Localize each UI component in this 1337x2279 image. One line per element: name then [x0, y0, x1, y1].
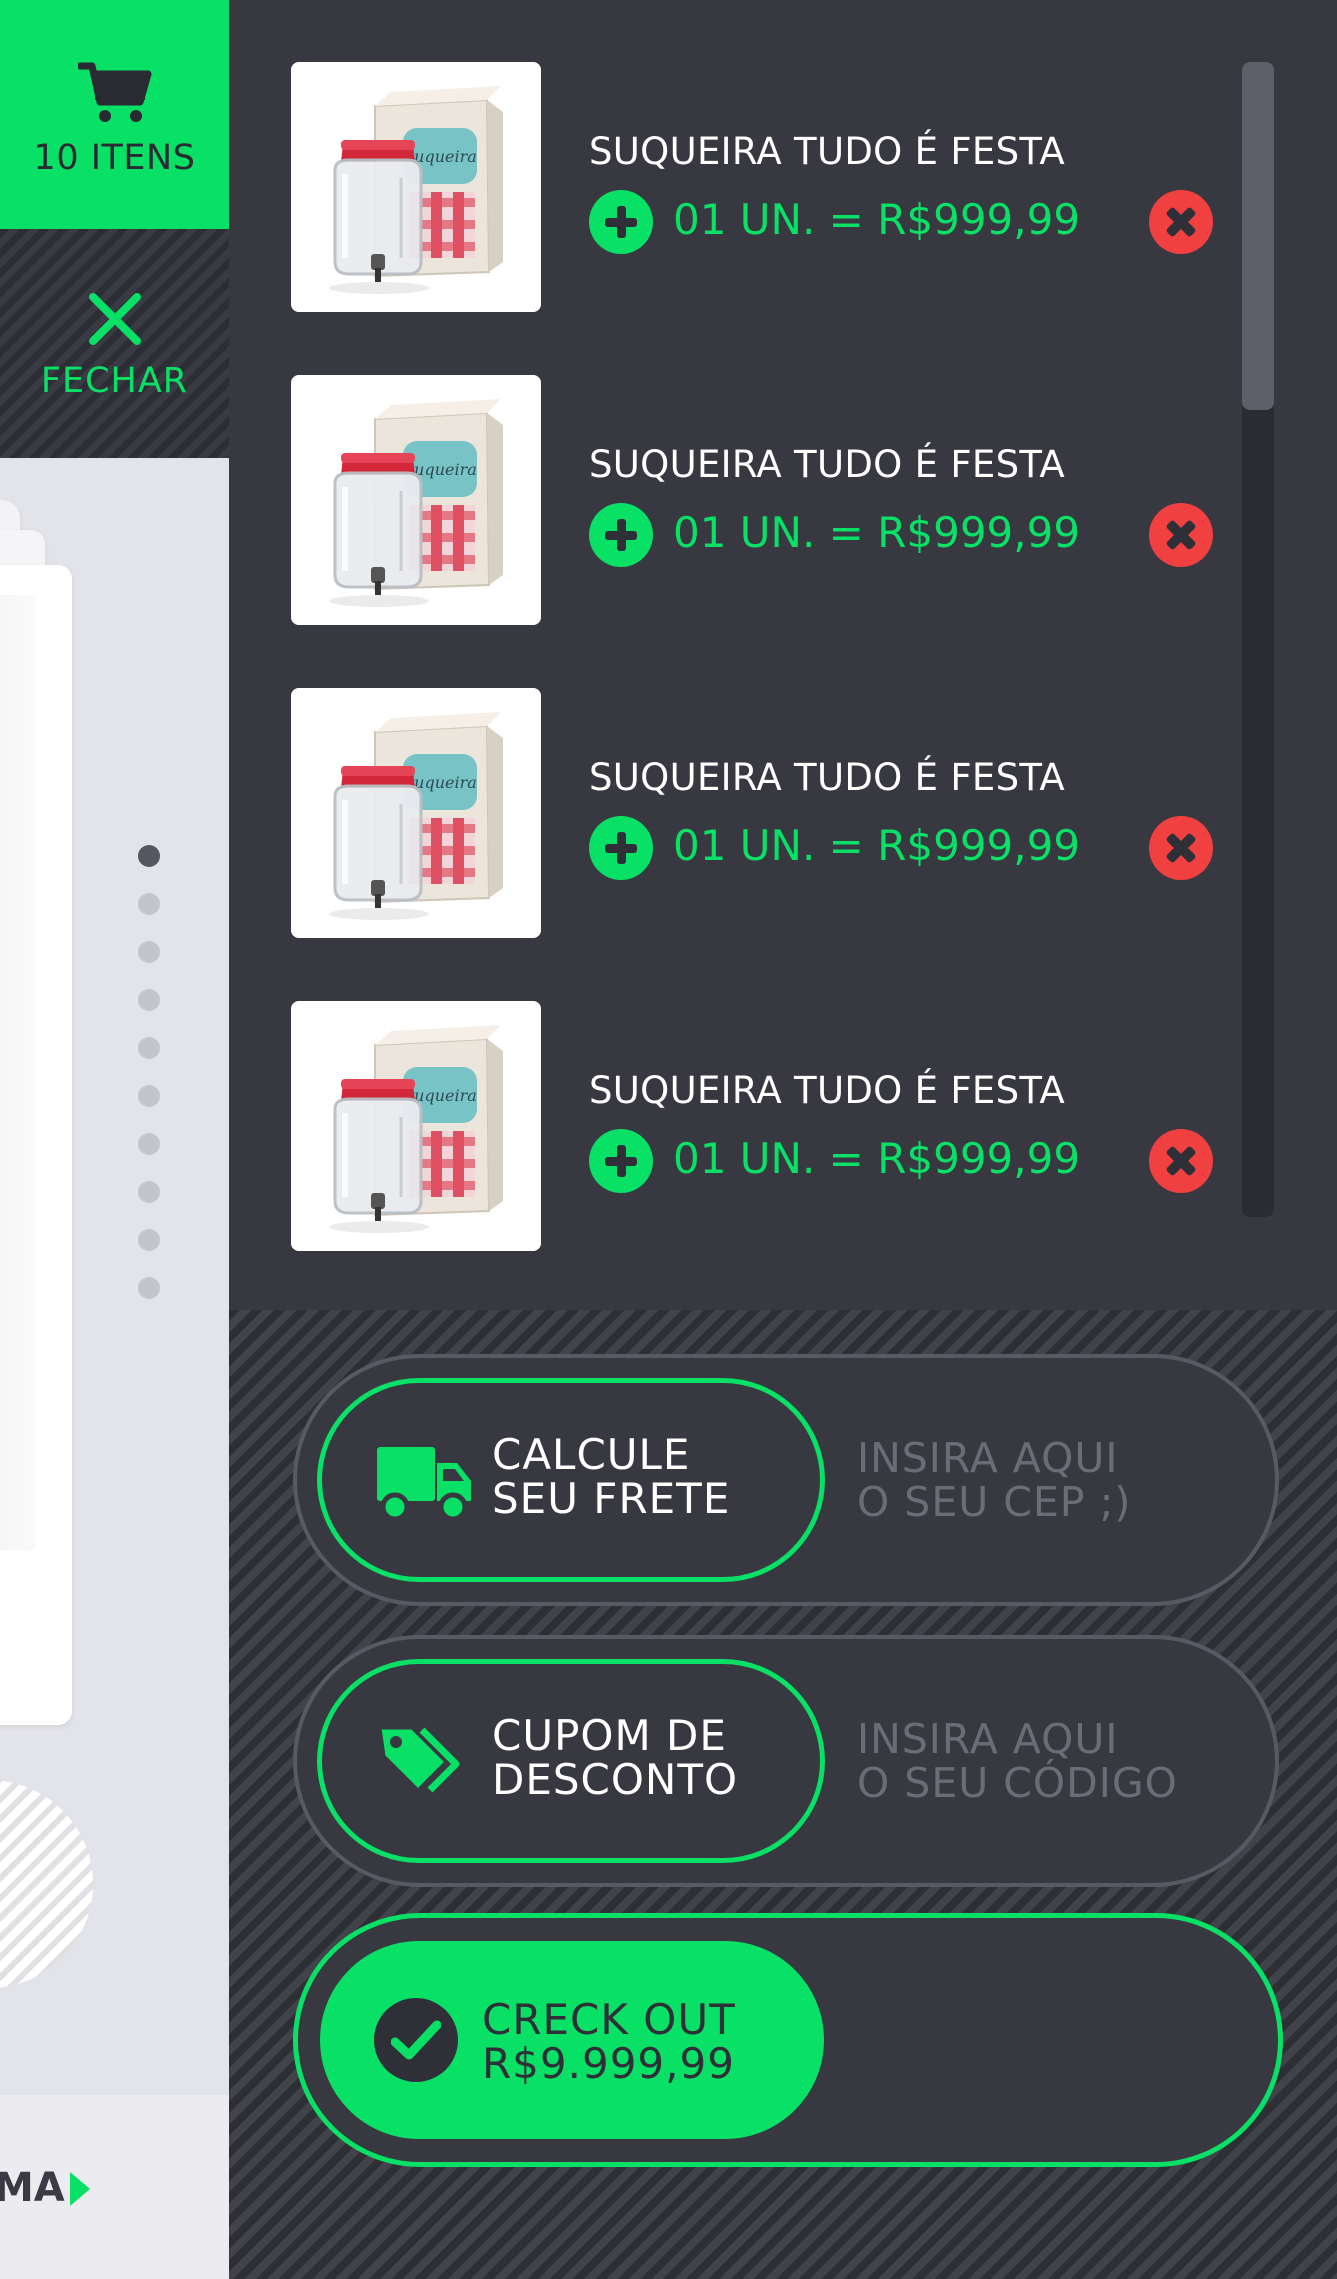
- carousel-dot[interactable]: [138, 1181, 160, 1203]
- cart-item-list[interactable]: Suqueira SUQUEIRA TUDO É FESTA 01 UN. = R$…: [229, 0, 1337, 1310]
- carousel-dot[interactable]: [138, 845, 160, 867]
- product-name: SUQUEIRA TUDO É FESTA: [589, 1069, 1066, 1112]
- scrollbar-thumb[interactable]: [1242, 62, 1274, 410]
- product-name: SUQUEIRA TUDO É FESTA: [589, 130, 1066, 173]
- remove-item-icon[interactable]: [1149, 1129, 1213, 1193]
- shipping-field-group: CALCULE SEU FRETE: [293, 1354, 1279, 1606]
- tag-icon: [378, 1726, 460, 1793]
- product-thumbnail[interactable]: Suqueira: [291, 62, 541, 312]
- product-thumbnail[interactable]: Suqueira: [291, 688, 541, 938]
- calculate-shipping-button[interactable]: CALCULE SEU FRETE: [317, 1378, 825, 1582]
- product-image: Suqueira: [291, 688, 541, 938]
- cart-item: Suqueira SUQUEIRA TUDO É FESTA 01 UN. = R$…: [291, 1001, 1291, 1251]
- carousel-dot[interactable]: [138, 1085, 160, 1107]
- remove-item-icon[interactable]: [1149, 816, 1213, 880]
- product-image: Suqueira: [291, 1001, 541, 1251]
- discount-coupon-label: CUPOM DE DESCONTO: [492, 1711, 739, 1804]
- cart-panel: Suqueira SUQUEIRA TUDO É FESTA 01 UN. = R$…: [229, 0, 1337, 2279]
- truck-icon: [377, 1447, 471, 1521]
- close-cart-button[interactable]: FECHAR: [0, 229, 229, 458]
- carousel-dot[interactable]: [138, 1037, 160, 1059]
- coupon-field-group: CUPOM DE DESCONTO: [293, 1635, 1279, 1887]
- cart-icon: [77, 62, 151, 122]
- calculate-shipping-label: CALCULE SEU FRETE: [492, 1430, 731, 1523]
- close-icon: [88, 292, 141, 345]
- product-price: 01 UN. = R$999,99: [673, 508, 1081, 557]
- carousel-dot[interactable]: [138, 1277, 160, 1299]
- cart-scrollbar[interactable]: [1242, 62, 1274, 1217]
- checkout-label: CRECK OUT R$9.999,99: [482, 1995, 736, 2088]
- cart-tab[interactable]: 10 ITENS: [0, 0, 229, 229]
- cart-item: Suqueira SUQUEIRA TUDO É FESTA 01 UN. = R$…: [291, 688, 1291, 938]
- product-image: Suqueira: [291, 375, 541, 625]
- product-price: 01 UN. = R$999,99: [673, 195, 1081, 244]
- play-arrow-icon[interactable]: [70, 2172, 90, 2206]
- next-link-label[interactable]: MA: [0, 2165, 65, 2211]
- add-quantity-icon[interactable]: [589, 190, 653, 254]
- product-price: 01 UN. = R$999,99: [673, 1134, 1081, 1183]
- product-name: SUQUEIRA TUDO É FESTA: [589, 443, 1066, 486]
- remove-item-icon[interactable]: [1149, 503, 1213, 567]
- remove-item-icon[interactable]: [1149, 190, 1213, 254]
- discount-coupon-button[interactable]: CUPOM DE DESCONTO: [317, 1659, 825, 1863]
- add-quantity-icon[interactable]: [589, 503, 653, 567]
- carousel-dot[interactable]: [138, 941, 160, 963]
- add-quantity-icon[interactable]: [589, 1129, 653, 1193]
- product-image: Suqueira: [291, 62, 541, 312]
- cep-input[interactable]: [857, 1436, 1257, 1532]
- add-quantity-icon[interactable]: [589, 816, 653, 880]
- cart-count-label: 10 ITENS: [33, 137, 196, 178]
- carousel-dot[interactable]: [138, 893, 160, 915]
- round-button[interactable]: [0, 1780, 93, 1988]
- carousel-dot[interactable]: [138, 1229, 160, 1251]
- check-icon: [374, 1998, 458, 2082]
- cart-item: Suqueira SUQUEIRA TUDO É FESTA 01 UN. = R$…: [291, 62, 1291, 312]
- carousel-dot[interactable]: [138, 989, 160, 1011]
- close-label: FECHAR: [40, 360, 189, 401]
- product-thumbnail[interactable]: Suqueira: [291, 375, 541, 625]
- product-thumbnail[interactable]: Suqueira: [291, 1001, 541, 1251]
- product-card-image: [0, 595, 36, 1550]
- product-price: 01 UN. = R$999,99: [673, 821, 1081, 870]
- cart-item: Suqueira SUQUEIRA TUDO É FESTA 01 UN. = R$…: [291, 375, 1291, 625]
- background-page: MA 10 ITENS FECHAR: [0, 0, 229, 2279]
- checkout-button[interactable]: CRECK OUT R$9.999,99: [320, 1941, 824, 2139]
- carousel-dot[interactable]: [138, 1133, 160, 1155]
- carousel-dots: [138, 845, 162, 1325]
- coupon-code-input[interactable]: [857, 1717, 1257, 1813]
- checkout-group: CRECK OUT R$9.999,99: [293, 1913, 1283, 2167]
- product-name: SUQUEIRA TUDO É FESTA: [589, 756, 1066, 799]
- cart-actions: CALCULE SEU FRETE CUPOM DE DESCONTO: [229, 1310, 1337, 2279]
